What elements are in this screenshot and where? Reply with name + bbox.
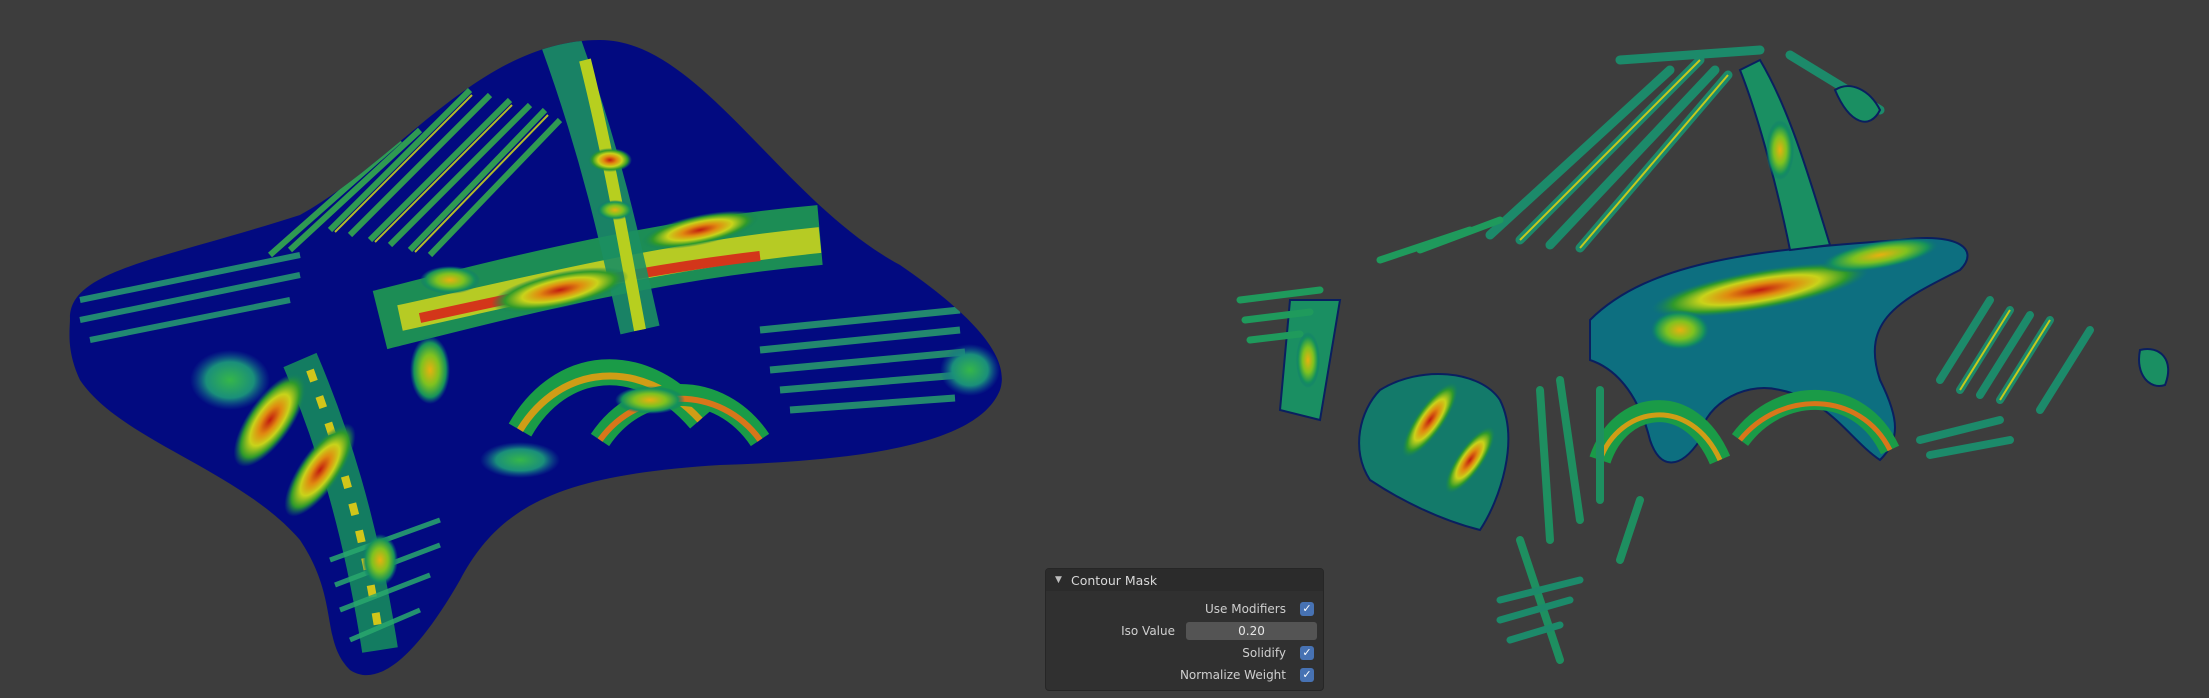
panel-header[interactable]: ▼ Contour Mask xyxy=(1046,569,1323,591)
normalize-weight-label: Normalize Weight xyxy=(1179,668,1286,682)
contour-mask-panel: ▼ Contour Mask Use Modifiers ✓ Iso Value… xyxy=(1045,568,1324,691)
panel-title: Contour Mask xyxy=(1071,572,1158,588)
solidify-label: Solidify xyxy=(1242,646,1286,660)
row-normalize-weight: Normalize Weight ✓ xyxy=(1046,665,1323,685)
row-iso-value: Iso Value 0.20 xyxy=(1046,621,1323,641)
use-modifiers-label: Use Modifiers xyxy=(1204,602,1286,616)
right-masked-mesh xyxy=(1236,45,2170,664)
checkmark-icon: ✓ xyxy=(1302,602,1312,615)
iso-value-field[interactable]: 0.20 xyxy=(1186,622,1317,640)
checkmark-icon: ✓ xyxy=(1302,668,1312,681)
normalize-weight-checkbox[interactable]: ✓ xyxy=(1300,668,1314,682)
solidify-checkbox[interactable]: ✓ xyxy=(1300,646,1314,660)
row-solidify: Solidify ✓ xyxy=(1046,643,1323,663)
use-modifiers-checkbox[interactable]: ✓ xyxy=(1300,602,1314,616)
triangle-down-icon[interactable]: ▼ xyxy=(1055,575,1065,585)
row-use-modifiers: Use Modifiers ✓ xyxy=(1046,599,1323,619)
left-mesh-surface xyxy=(69,40,1002,676)
iso-value-label: Iso Value xyxy=(1121,624,1175,638)
checkmark-icon: ✓ xyxy=(1302,646,1312,659)
